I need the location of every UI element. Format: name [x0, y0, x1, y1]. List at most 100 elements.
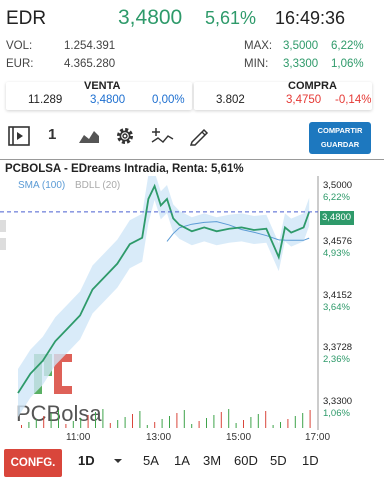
sell-box: VENTA 11.289 3,4800 0,00% — [6, 80, 192, 110]
volume-bar — [250, 417, 252, 428]
volume-bar — [191, 424, 193, 428]
min-label: MIN: — [244, 58, 269, 70]
range-5a[interactable]: 5A — [143, 453, 159, 468]
volume-bar — [65, 424, 67, 428]
sell-quantity: 11.289 — [28, 94, 63, 106]
volume-bar — [21, 425, 22, 428]
sell-header: VENTA — [84, 80, 121, 92]
volume-bar — [139, 411, 141, 428]
volume-bar — [35, 419, 37, 428]
current-price-badge: 3,4800 — [320, 211, 354, 225]
volume-bar — [132, 414, 133, 428]
volume-bar — [302, 413, 304, 428]
volume-bar — [265, 411, 267, 428]
x-tick: 11:00 — [66, 432, 91, 443]
play-frame-icon[interactable] — [8, 125, 30, 147]
volume-bar — [95, 412, 96, 428]
interval-select[interactable]: 1D — [78, 453, 95, 468]
volume-bar — [28, 422, 30, 428]
gear-icon[interactable] — [114, 125, 136, 147]
volume-bar — [87, 415, 89, 428]
y-tick-price: 3,4576 — [323, 236, 353, 247]
last-price: 3,4800 — [118, 6, 183, 29]
volume-bar — [50, 413, 52, 428]
volume-bar — [228, 409, 230, 428]
config-button[interactable]: CONFG. — [4, 449, 62, 477]
volume-bar — [198, 421, 200, 428]
volume-bar — [272, 425, 274, 428]
range-1d[interactable]: 1D — [302, 453, 319, 468]
buy-percent: -0,14% — [335, 94, 372, 106]
y-tick-percent: 2,36% — [323, 354, 350, 365]
chart-count[interactable]: 1 — [48, 126, 56, 143]
volume-bar — [243, 420, 244, 428]
y-tick-price: 3,4152 — [323, 290, 353, 301]
left-scale-mark — [0, 220, 6, 232]
range-1a[interactable]: 1A — [174, 453, 190, 468]
max-percent: 6,22% — [331, 40, 364, 52]
volume-bar — [287, 419, 289, 428]
chevron-down-icon[interactable] — [113, 457, 123, 465]
sell-price: 3,4800 — [90, 94, 126, 106]
volume-bar — [109, 423, 111, 428]
indicator-add-icon[interactable] — [150, 126, 174, 146]
chart-title: PCBOLSA - EDreams Intradia, Renta: 5,61% — [5, 163, 244, 175]
y-tick-price: 3,5000 — [323, 180, 353, 191]
min-percent: 1,06% — [331, 58, 364, 70]
volume-bar — [124, 417, 126, 428]
volume-bar — [235, 423, 237, 428]
volume-bar — [117, 420, 119, 428]
quote-time: 16:49:36 — [275, 8, 346, 28]
save-label: GUARDAR — [320, 140, 360, 149]
share-label: COMPARTIR — [317, 126, 363, 135]
volume-bar — [257, 414, 259, 428]
y-tick-price: 3,3728 — [323, 342, 353, 353]
pencil-icon[interactable] — [188, 126, 210, 146]
volume-bar — [58, 410, 59, 428]
volume-bar — [213, 415, 215, 428]
eur-value: 4.365.280 — [64, 58, 116, 70]
area-chart-icon[interactable] — [78, 127, 100, 145]
y-tick-price: 3,3300 — [323, 396, 353, 407]
volume-bar — [220, 412, 222, 428]
vol-label: VOL: — [6, 40, 33, 52]
volume-bar — [169, 416, 170, 428]
volume-bar — [80, 418, 82, 428]
left-scale-mark — [0, 238, 6, 250]
volume-bar — [280, 422, 281, 428]
symbol: EDR — [6, 8, 47, 29]
range-3m[interactable]: 3M — [203, 453, 221, 468]
volume-bar — [72, 421, 74, 428]
sell-percent: 0,00% — [152, 94, 185, 106]
volume-bar — [154, 422, 156, 428]
max-value: 3,5000 — [283, 40, 319, 52]
eur-label: EUR: — [6, 58, 34, 70]
buy-price: 3,4750 — [286, 94, 322, 106]
y-tick-percent: 1,06% — [323, 408, 350, 419]
volume-bar — [146, 425, 148, 428]
buy-header: COMPRA — [288, 80, 337, 92]
y-tick-percent: 6,22% — [323, 192, 350, 203]
y-tick-percent: 3,64% — [323, 302, 350, 313]
min-value: 3,3300 — [283, 58, 319, 70]
buy-quantity: 3.802 — [216, 94, 245, 106]
volume-bar — [176, 413, 178, 428]
chart-top-border — [0, 159, 384, 160]
volume-bar — [161, 419, 163, 428]
volume-bar — [183, 410, 185, 428]
volume-bar — [43, 416, 45, 428]
volume-bar — [294, 416, 296, 428]
y-tick-percent: 4,93% — [323, 248, 350, 259]
x-tick: 13:00 — [146, 432, 172, 443]
change-percent: 5,61% — [205, 8, 257, 28]
range-60d[interactable]: 60D — [234, 453, 258, 468]
volume-bar — [102, 409, 104, 428]
max-label: MAX: — [244, 40, 273, 52]
range-5d[interactable]: 5D — [270, 453, 287, 468]
vol-value: 1.254.391 — [64, 40, 116, 52]
x-tick: 17:00 — [305, 432, 331, 443]
x-tick: 15:00 — [226, 432, 252, 443]
share-save-button[interactable]: COMPARTIR GUARDAR — [309, 122, 371, 154]
buy-box: COMPRA 3.802 3,4750 -0,14% — [194, 80, 372, 110]
volume-bar — [309, 410, 311, 428]
